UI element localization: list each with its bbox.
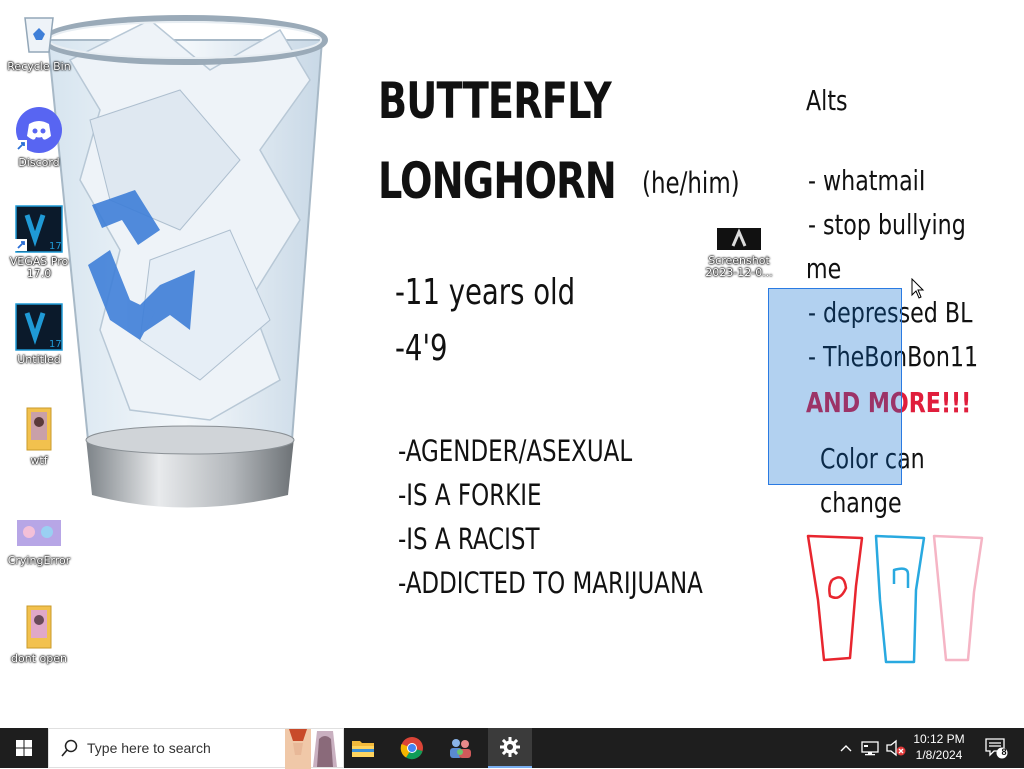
volume-button[interactable] <box>884 728 908 768</box>
desktop-icon-label: VEGAS Pro 17.0 <box>9 255 69 280</box>
vegas-project-icon: 17 <box>15 303 63 351</box>
fact-age: -11 years old <box>395 272 576 313</box>
trait-1: -AGENDER/ASEXUAL <box>398 434 633 468</box>
action-center-button[interactable]: 8 <box>978 728 1014 768</box>
screenshot-thumbnail-icon <box>715 226 763 252</box>
network-status-button[interactable] <box>858 728 882 768</box>
search-icon <box>61 739 78 757</box>
desktop-icon-label: Discord <box>18 156 60 169</box>
desktop-icon-wtf[interactable]: wtf <box>4 404 74 467</box>
name-line-2: LONGHORN <box>378 152 617 210</box>
search-highlight-icon <box>285 729 337 769</box>
desktop-icon-screenshot[interactable]: Screenshot 2023-12-0... <box>704 226 774 279</box>
clock-date: 1/8/2024 <box>915 748 963 762</box>
svg-text:17: 17 <box>49 241 62 252</box>
svg-text:17: 17 <box>49 339 62 350</box>
chevron-up-icon <box>840 745 852 752</box>
taskbar-people-app[interactable] <box>440 728 480 768</box>
mouse-cursor-icon <box>911 278 925 299</box>
desktop-wallpaper: BUTTERFLY LONGHORN (he/him) -11 years ol… <box>0 0 1024 728</box>
image-thumbnail-icon <box>15 514 63 552</box>
fact-height: -4'9 <box>395 328 448 369</box>
desktop-icon-dont-open[interactable]: dont open <box>4 602 74 665</box>
desktop-icon-recycle-bin[interactable]: Recycle Bin <box>4 10 74 73</box>
pronouns: (he/him) <box>642 166 740 200</box>
trait-3: -IS A RACIST <box>398 522 540 556</box>
trait-2: -IS A FORKIE <box>398 478 542 512</box>
desktop-icon-label-line2: 2023-12-0... <box>705 266 773 279</box>
recycle-bin-wallpaper-art <box>42 15 328 508</box>
color-note-2: change <box>820 486 902 519</box>
taskbar-clock[interactable]: 10:12 PM 1/8/2024 <box>910 731 968 763</box>
trait-4: -ADDICTED TO MARIJUANA <box>398 566 703 600</box>
people-app-icon <box>450 739 471 758</box>
discord-icon <box>15 106 63 154</box>
folder-icon <box>15 404 63 452</box>
taskbar-settings[interactable] <box>488 728 532 768</box>
taskbar-chrome[interactable] <box>392 728 432 768</box>
desktop-icon-untitled[interactable]: 17 Untitled <box>4 303 74 366</box>
blue-variant <box>874 534 926 664</box>
desktop-icon-label: dont open <box>11 652 67 665</box>
desktop-icon-label: wtf <box>30 454 48 467</box>
name-line-1: BUTTERFLY <box>378 72 612 130</box>
desktop-icon-discord[interactable]: Discord <box>4 106 74 169</box>
gear-icon <box>500 737 520 757</box>
taskbar-search-box[interactable]: Type here to search <box>48 728 344 769</box>
windows-logo-icon <box>16 740 32 756</box>
file-explorer-icon <box>352 741 374 757</box>
chrome-icon <box>400 737 423 760</box>
show-hidden-icons-button[interactable] <box>836 728 856 768</box>
folder-icon <box>15 602 63 650</box>
search-placeholder: Type here to search <box>87 740 211 756</box>
alt-2: - stop bullying <box>808 208 966 241</box>
taskbar: Type here to search 10:12 PM 1/8/2024 8 <box>0 728 1024 769</box>
start-button[interactable] <box>0 728 48 768</box>
network-icon <box>861 741 879 756</box>
alt-1: - whatmaiI <box>808 164 926 197</box>
volume-muted-icon <box>886 739 906 757</box>
taskbar-file-explorer[interactable] <box>344 728 382 768</box>
desktop-icon-cryingerror[interactable]: CryingError <box>4 514 74 567</box>
notification-count-badge: 8 <box>1001 747 1007 757</box>
desktop-icon-vegas-pro[interactable]: 17 VEGAS Pro 17.0 <box>4 205 74 280</box>
clock-time: 10:12 PM <box>913 732 965 746</box>
desktop-icon-label: Untitled <box>17 353 61 366</box>
vegas-pro-icon: 17 <box>15 205 63 253</box>
desktop-icon-label: CryingError <box>7 554 71 567</box>
pink-variant <box>932 534 984 662</box>
desktop-icon-label: Recycle Bin <box>7 60 71 73</box>
recycle-bin-icon <box>15 10 63 58</box>
selection-rectangle <box>768 288 902 485</box>
alts-heading: Alts <box>806 84 848 117</box>
color-variant-doodles <box>806 534 984 664</box>
alt-2-cont: me <box>806 252 842 285</box>
